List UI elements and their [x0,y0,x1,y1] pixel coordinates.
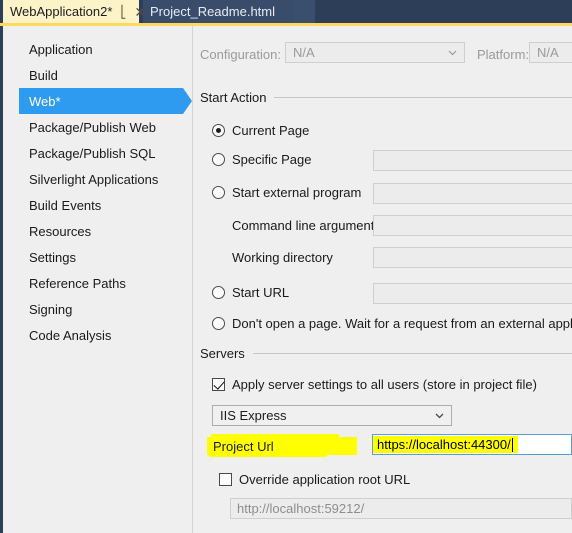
start-action-group-title: Start Action [200,90,267,105]
radio-label: Current Page [232,123,310,138]
radio-label: Specific Page [232,152,312,167]
sidebar-item-build-events[interactable]: Build Events [3,192,189,218]
platform-value: N/A [537,45,559,60]
override-root-url-input: http://localhost:59212/ [230,498,572,519]
command-line-arguments-input[interactable] [373,215,572,236]
specific-page-input[interactable] [373,150,572,171]
radio-label: Don't open a page. Wait for a request fr… [232,316,572,331]
sidebar-item-label: Web* [29,93,61,109]
sidebar-item-label: Settings [29,249,76,265]
sidebar-item-signing[interactable]: Signing [3,296,189,322]
sidebar-item-settings[interactable]: Settings [3,244,189,270]
sidebar-item-label: Silverlight Applications [29,171,159,187]
radio-button-icon [212,124,225,137]
override-root-url-value: http://localhost:59212/ [237,501,365,516]
properties-sidebar: Application Build Web* Package/Publish W… [3,26,192,533]
sidebar-item-code-analysis[interactable]: Code Analysis [3,322,189,348]
start-url-input[interactable] [373,283,572,304]
platform-dropdown[interactable]: N/A [529,42,572,63]
sidebar-item-package-publish-sql[interactable]: Package/Publish SQL [3,140,189,166]
checkbox-icon [219,473,232,486]
checkbox-label: Apply server settings to all users (stor… [232,377,537,392]
radio-button-icon [212,186,225,199]
tab-project-readme[interactable]: Project_Readme.html [143,0,293,23]
radio-button-icon [212,286,225,299]
server-dropdown[interactable]: IIS Express [212,405,452,426]
checkbox-label: Override application root URL [239,472,411,487]
working-directory-label: Working directory [232,250,333,265]
sidebar-item-label: Package/Publish SQL [29,145,156,161]
tab-strip: WebApplication2* ⎣ ✕ Project_Readme.html [0,0,572,26]
pin-icon[interactable]: ⎣ [120,6,126,18]
start-external-program-input[interactable] [373,183,572,204]
servers-group-header: Servers [200,346,572,361]
tab-label: WebApplication2* [10,4,113,19]
radio-start-url[interactable]: Start URL [212,285,289,300]
checkbox-override-application-root-url[interactable]: Override application root URL [219,472,410,487]
sidebar-item-resources[interactable]: Resources [3,218,189,244]
checkbox-icon [212,378,225,391]
sidebar-item-label: Signing [29,301,73,317]
platform-label: Platform: [477,47,530,62]
sidebar-item-silverlight-applications[interactable]: Silverlight Applications [3,166,189,192]
sidebar-item-label: Build [29,67,58,83]
sidebar-item-package-publish-web[interactable]: Package/Publish Web [3,114,189,140]
sidebar-item-label: Code Analysis [29,327,112,343]
radio-label: Start URL [232,285,290,300]
radio-label: Start external program [232,185,362,200]
group-rule [252,353,572,354]
sidebar-item-reference-paths[interactable]: Reference Paths [3,270,189,296]
command-line-arguments-label: Command line arguments [232,218,381,233]
start-action-group-header: Start Action [200,90,572,105]
sidebar-item-label: Resources [29,223,92,239]
sidebar-item-build[interactable]: Build [3,62,189,88]
chevron-down-icon [435,411,444,420]
server-dropdown-value: IIS Express [220,408,287,423]
configuration-dropdown[interactable]: N/A [285,42,465,63]
working-directory-input[interactable] [373,247,572,268]
radio-dont-open-page[interactable]: Don't open a page. Wait for a request fr… [212,316,572,331]
tab-strip-nub [293,0,315,23]
sidebar-item-label: Build Events [29,197,102,213]
radio-specific-page[interactable]: Specific Page [212,152,312,167]
web-settings-panel: Configuration: N/A Platform: N/A Start A… [193,26,572,533]
radio-current-page[interactable]: Current Page [212,123,309,138]
tab-webapplication2[interactable]: WebApplication2* ⎣ ✕ [3,0,146,23]
project-url-value: https://localhost:44300/ [377,437,511,452]
visual-studio-project-properties-window: WebApplication2* ⎣ ✕ Project_Readme.html… [0,0,572,533]
sidebar-item-web[interactable]: Web* [3,88,192,114]
chevron-down-icon [448,48,457,57]
sidebar-selection-arrow-icon [183,88,192,114]
radio-button-icon [212,317,225,330]
tab-label: Project_Readme.html [150,4,275,19]
sidebar-item-application[interactable]: Application [3,36,189,62]
text-caret [511,437,513,452]
sidebar-item-label: Reference Paths [29,275,126,291]
configuration-value: N/A [293,45,315,60]
radio-start-external-program[interactable]: Start external program [212,185,361,200]
checkbox-apply-server-settings[interactable]: Apply server settings to all users (stor… [212,377,537,392]
radio-button-icon [212,153,225,166]
servers-group-title: Servers [200,346,245,361]
group-rule [274,97,572,98]
sidebar-item-label: Package/Publish Web [29,119,156,135]
configuration-label: Configuration: [200,47,281,62]
sidebar-item-label: Application [29,41,93,57]
